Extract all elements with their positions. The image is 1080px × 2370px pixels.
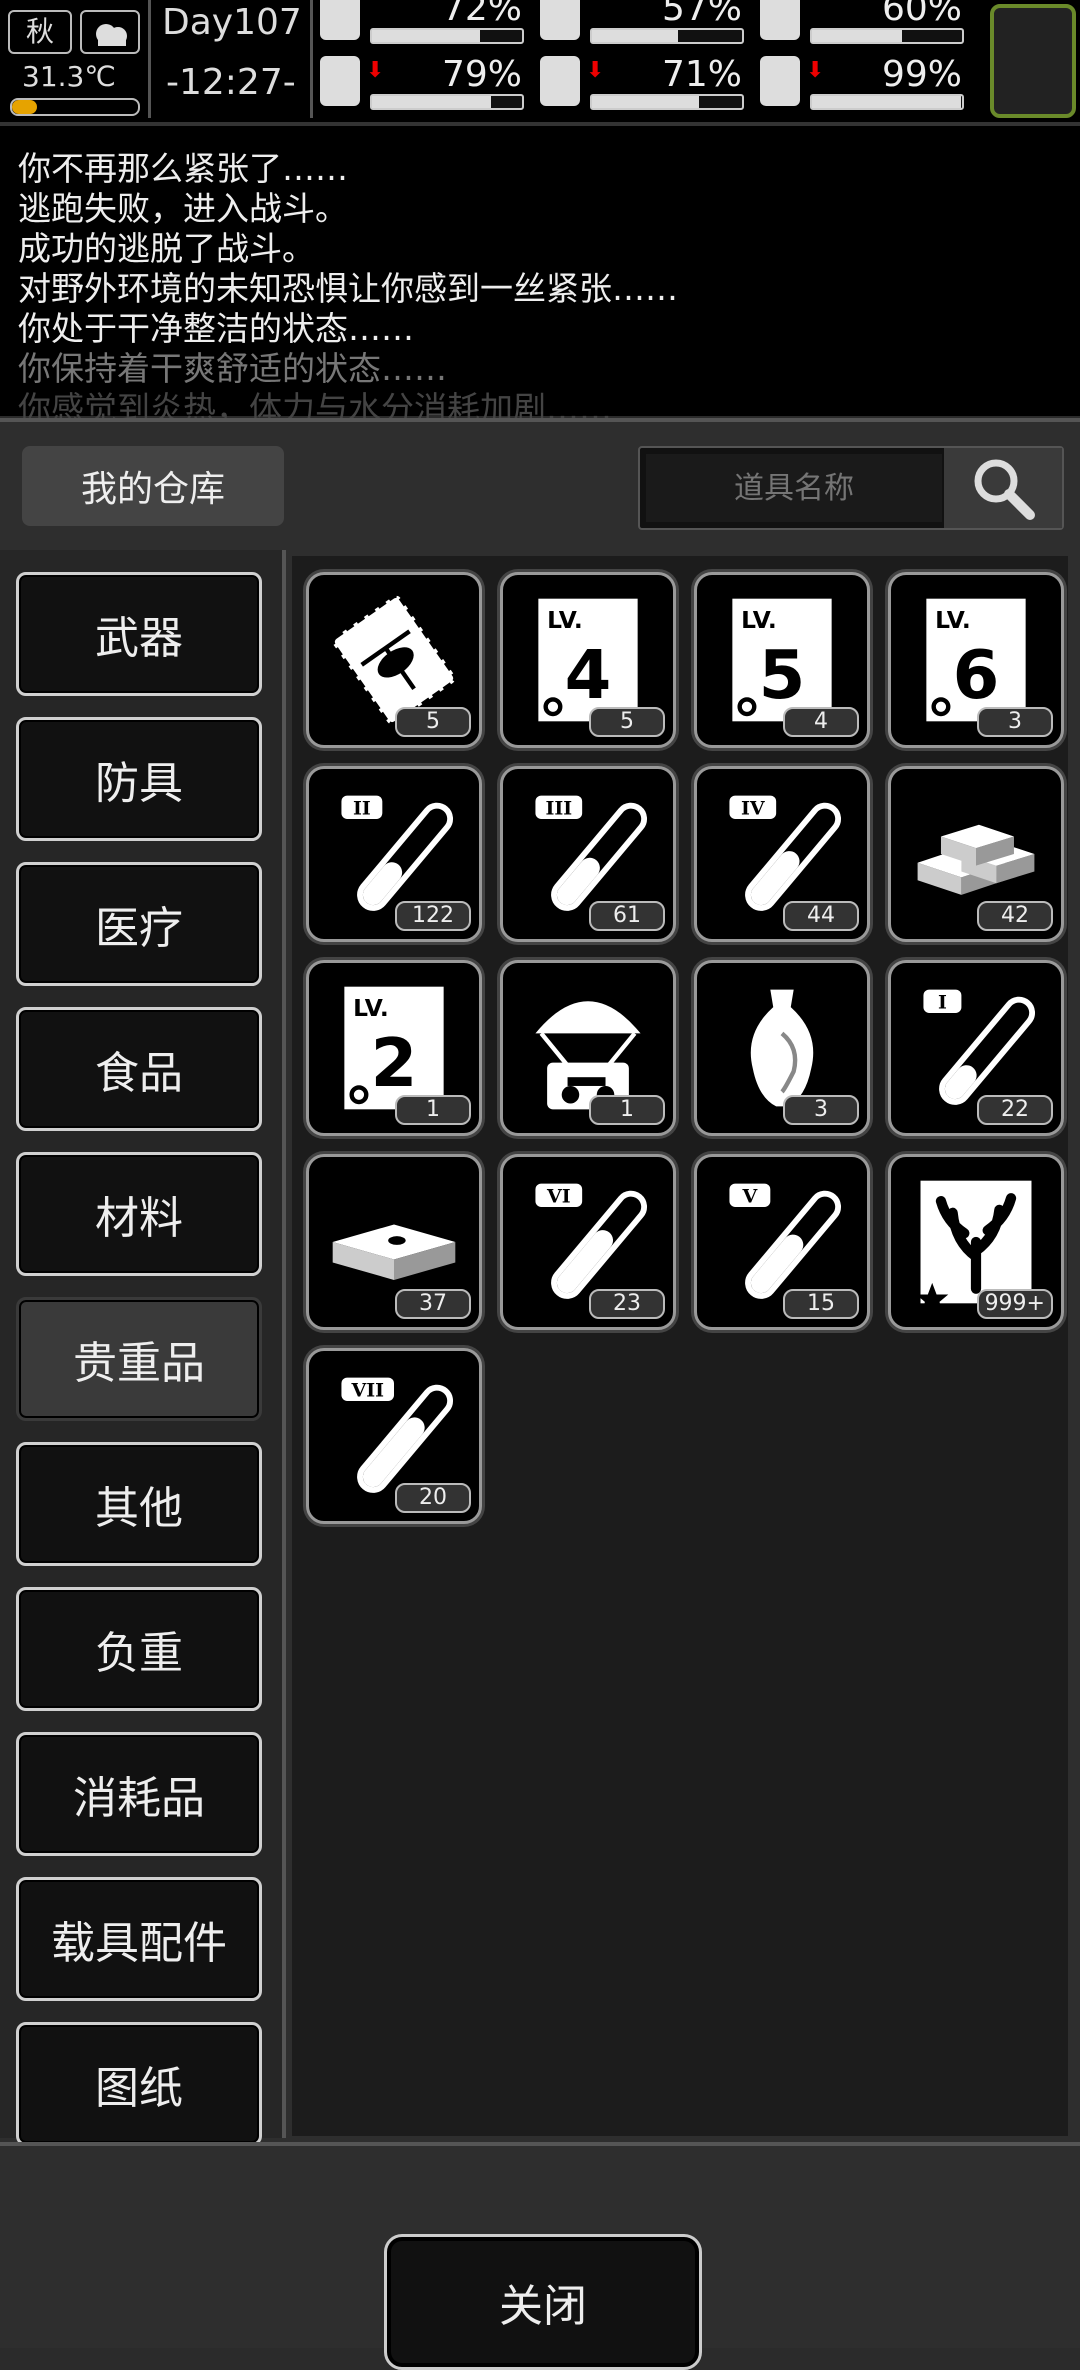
item-slot[interactable]: VI 23: [500, 1154, 676, 1330]
item-count: 61: [589, 901, 665, 931]
arrow-down-icon: ⬇: [366, 58, 385, 83]
item-count: 4: [783, 707, 859, 737]
item-slot[interactable]: 42: [888, 766, 1064, 942]
item-count: 1: [395, 1095, 471, 1125]
item-grid: 5 LV. 4 5 LV. 5 4 LV. 6 3 II 122 III 61 …: [292, 556, 1068, 2136]
message-log: 你不再那么紧张了…… 逃跑失败，进入战斗。 成功的逃脱了战斗。 对野外环境的未知…: [0, 122, 1080, 428]
item-slot[interactable]: 999+: [888, 1154, 1064, 1330]
svg-text:2: 2: [371, 1024, 418, 1102]
item-slot[interactable]: LV. 6 3: [888, 572, 1064, 748]
stomach-icon: [540, 0, 580, 40]
item-slot[interactable]: LV. 2 1: [306, 960, 482, 1136]
divider: [148, 0, 151, 118]
category-medical[interactable]: 医疗: [16, 862, 262, 986]
svg-text:V: V: [742, 1186, 758, 1208]
svg-text:4: 4: [565, 636, 612, 714]
svg-text:I: I: [938, 992, 947, 1014]
item-count: 37: [395, 1289, 471, 1319]
item-count: 44: [783, 901, 859, 931]
temperature-value: 31.3℃: [22, 60, 116, 93]
season-badge: 秋: [8, 10, 72, 54]
item-slot[interactable]: IV 44: [694, 766, 870, 942]
item-slot[interactable]: 1: [500, 960, 676, 1136]
category-vehicle-parts[interactable]: 载具配件: [16, 1877, 262, 2001]
item-slot[interactable]: 3: [694, 960, 870, 1136]
item-slot[interactable]: LV. 5 4: [694, 572, 870, 748]
search-input[interactable]: [646, 454, 942, 522]
category-consumables[interactable]: 消耗品: [16, 1732, 262, 1856]
weather-icon: [80, 10, 140, 54]
item-count: 122: [395, 901, 471, 931]
battery-icon: [760, 0, 800, 40]
item-count: 15: [783, 1289, 859, 1319]
item-count: 3: [977, 707, 1053, 737]
item-slot[interactable]: V 15: [694, 1154, 870, 1330]
status-bar: 秋 31.3℃ Day107 -12:27- 72% 57% 60% ⬇ 79%…: [0, 0, 1080, 122]
category-load[interactable]: 负重: [16, 1587, 262, 1711]
item-count: 22: [977, 1095, 1053, 1125]
svg-text:5: 5: [759, 636, 806, 714]
category-blueprints[interactable]: 图纸: [16, 2022, 262, 2146]
item-slot[interactable]: 5: [306, 572, 482, 748]
item-slot[interactable]: 37: [306, 1154, 482, 1330]
heart-icon: [760, 56, 800, 106]
arrow-down-icon: ⬇: [806, 58, 825, 83]
search-box: [638, 446, 1064, 530]
category-sidebar: 武器 防具 医疗 食品 材料 贵重品 其他 负重 消耗品 载具配件 图纸: [0, 550, 286, 2146]
item-count: 1: [589, 1095, 665, 1125]
svg-text:LV.: LV.: [741, 606, 777, 634]
item-count: 999+: [976, 1289, 1053, 1319]
stat-thirst: ⬇ 71%: [540, 54, 750, 114]
search-button[interactable]: [944, 448, 1062, 528]
item-count: 42: [977, 901, 1053, 931]
item-slot[interactable]: I 22: [888, 960, 1064, 1136]
arrow-down-icon: ⬇: [586, 58, 605, 83]
day-counter: Day107: [162, 2, 302, 43]
avatar-frame[interactable]: [990, 4, 1076, 118]
item-count: 5: [395, 707, 471, 737]
temperature-bar: [10, 98, 140, 116]
svg-text:LV.: LV.: [353, 994, 389, 1022]
stat-health: 72%: [320, 0, 530, 48]
item-count: 3: [783, 1095, 859, 1125]
panel-title: 我的仓库: [22, 446, 284, 526]
stat-stamina: ⬇ 79%: [320, 54, 530, 114]
svg-text:IV: IV: [741, 798, 765, 820]
svg-text:III: III: [545, 798, 572, 820]
svg-text:VI: VI: [546, 1186, 571, 1208]
category-valuables[interactable]: 贵重品: [16, 1297, 262, 1421]
boot-icon: [320, 56, 360, 106]
category-other[interactable]: 其他: [16, 1442, 262, 1566]
category-armor[interactable]: 防具: [16, 717, 262, 841]
stat-energy: 60%: [760, 0, 970, 48]
category-weapons[interactable]: 武器: [16, 572, 262, 696]
close-button[interactable]: 关闭: [384, 2234, 702, 2370]
category-food[interactable]: 食品: [16, 1007, 262, 1131]
medkit-icon: [320, 0, 360, 40]
panel-footer: 关闭: [0, 2142, 1080, 2370]
warehouse-panel: 我的仓库 武器 防具 医疗 食品 材料 贵重品 其他 负重 消耗品 载具配件 图…: [0, 418, 1080, 2370]
item-slot[interactable]: VII 20: [306, 1348, 482, 1524]
svg-text:VII: VII: [350, 1380, 383, 1402]
svg-text:6: 6: [953, 636, 1000, 714]
svg-text:II: II: [353, 798, 371, 820]
item-slot[interactable]: III 61: [500, 766, 676, 942]
item-slot[interactable]: II 122: [306, 766, 482, 942]
stat-mood: ⬇ 99%: [760, 54, 970, 114]
stat-hunger: 57%: [540, 0, 750, 48]
svg-text:LV.: LV.: [547, 606, 583, 634]
svg-text:LV.: LV.: [935, 606, 971, 634]
search-icon: [974, 459, 1035, 520]
item-count: 20: [395, 1483, 471, 1513]
divider: [310, 0, 313, 118]
item-count: 5: [589, 707, 665, 737]
game-clock: -12:27-: [166, 62, 296, 103]
item-count: 23: [589, 1289, 665, 1319]
water-drop-icon: [540, 56, 580, 106]
item-slot[interactable]: LV. 4 5: [500, 572, 676, 748]
category-materials[interactable]: 材料: [16, 1152, 262, 1276]
